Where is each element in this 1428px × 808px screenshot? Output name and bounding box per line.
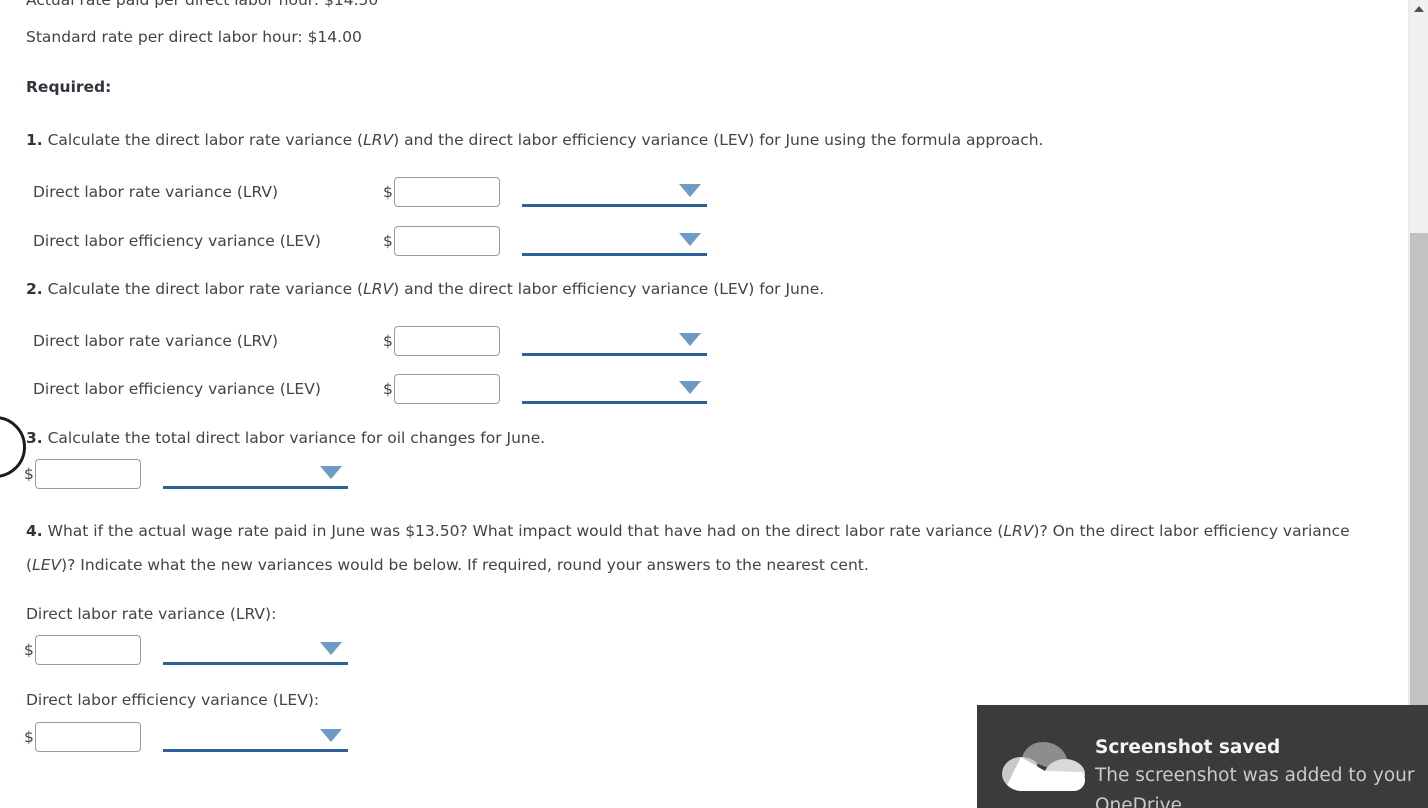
actual-rate-line: Actual rate paid per direct labor hour: … <box>26 0 379 9</box>
question-4-text-b: )? On the direct labor <box>1033 522 1204 540</box>
q1-lev-favorability-select[interactable] <box>521 226 707 256</box>
q4-row-lev: $ <box>24 720 348 754</box>
screenshot-viewport: Actual rate paid per direct labor hour: … <box>0 0 1428 808</box>
chevron-down-icon <box>319 729 342 742</box>
chevron-down-icon <box>319 466 342 479</box>
q1-lev-dollar-sign: $ <box>383 232 393 250</box>
q4-lrv-favorability-select[interactable] <box>162 635 348 665</box>
question-3-number: 3. <box>26 429 43 447</box>
q1-lev-label: Direct labor efficiency variance (LEV) <box>33 232 321 250</box>
q3-total-variance-input[interactable] <box>34 459 141 489</box>
question-1-lrv: LRV <box>363 131 394 149</box>
cursor-ring-artifact <box>0 416 26 478</box>
q2-lrv-input[interactable] <box>393 326 500 356</box>
q2-lev-favorability-select[interactable] <box>521 374 707 404</box>
q2-lev-input[interactable] <box>393 374 500 404</box>
question-4-text: 4. What if the actual wage rate paid in … <box>26 514 1396 582</box>
question-2-text: 2. Calculate the direct labor rate varia… <box>26 278 824 300</box>
q1-lrv-favorability-select[interactable] <box>521 177 707 207</box>
q1-lev-input[interactable] <box>393 226 500 256</box>
q1-row-lev: Direct labor efficiency variance (LEV) $ <box>33 224 707 258</box>
question-2-text-a: Calculate the direct labor rate variance… <box>42 280 364 298</box>
onedrive-cloud-icon <box>1002 742 1085 791</box>
q2-lrv-label: Direct labor rate variance (LRV) <box>33 332 279 350</box>
q3-row-total: $ <box>24 457 348 491</box>
q4-lrv-input[interactable] <box>34 635 141 665</box>
question-3-text: 3. Calculate the total direct labor vari… <box>26 427 545 449</box>
chevron-down-icon <box>678 333 701 346</box>
q4-lev-input[interactable] <box>34 722 141 752</box>
required-heading: Required: <box>26 78 112 96</box>
toast-body-line-2: OneDrive <box>1095 795 1182 808</box>
toast-text-block: Screenshot saved The screenshot was adde… <box>1095 735 1428 808</box>
question-2-text-b: ) and the direct labor efficiency varian… <box>393 280 825 298</box>
q2-row-lrv: Direct labor rate variance (LRV) $ <box>33 324 707 358</box>
question-4-lev: LEV <box>32 556 62 574</box>
scroll-up-arrow-icon[interactable] <box>1413 6 1424 12</box>
chevron-down-icon <box>678 184 701 197</box>
q2-lev-label: Direct labor efficiency variance (LEV) <box>33 380 321 398</box>
q4-lrv-dollar-sign: $ <box>24 641 34 659</box>
q4-row-lrv: $ <box>24 633 348 667</box>
chevron-down-icon <box>678 233 701 246</box>
q4-lev-sublabel: Direct labor efficiency variance (LEV): <box>26 691 320 709</box>
q2-row-lev: Direct labor efficiency variance (LEV) $ <box>33 372 707 406</box>
q1-lrv-label: Direct labor rate variance (LRV) <box>33 183 279 201</box>
question-4-number: 4. <box>26 522 43 540</box>
question-4-text-a: What if the actual wage rate paid in Jun… <box>42 522 1004 540</box>
q3-dollar-sign: $ <box>24 465 34 483</box>
question-2-number: 2. <box>26 280 43 298</box>
question-1-text-a: Calculate the direct labor rate variance… <box>42 131 364 149</box>
toast-body-line-1: The screenshot was added to your <box>1095 765 1415 786</box>
scrollbar-thumb[interactable] <box>1410 233 1428 730</box>
q4-lrv-sublabel: Direct labor rate variance (LRV): <box>26 605 277 623</box>
question-4-lrv: LRV <box>1003 522 1034 540</box>
q4-lev-favorability-select[interactable] <box>162 722 348 752</box>
q1-row-lrv: Direct labor rate variance (LRV) $ <box>33 175 707 209</box>
question-4-text-d: )? Indicate what the new variances would… <box>61 556 869 574</box>
question-1-text-b: ) and the direct labor efficiency varian… <box>393 131 1044 149</box>
question-3-text-a: Calculate the total direct labor varianc… <box>42 429 546 447</box>
q1-lrv-dollar-sign: $ <box>383 183 393 201</box>
q2-lrv-dollar-sign: $ <box>383 332 393 350</box>
question-1-text: 1. Calculate the direct labor rate varia… <box>26 129 1043 151</box>
question-2-lrv: LRV <box>363 280 394 298</box>
onedrive-screenshot-toast[interactable]: Screenshot saved The screenshot was adde… <box>977 705 1428 808</box>
q2-lrv-favorability-select[interactable] <box>521 326 707 356</box>
chevron-down-icon <box>319 642 342 655</box>
q1-lrv-input[interactable] <box>393 177 500 207</box>
standard-rate-line: Standard rate per direct labor hour: $14… <box>26 28 362 46</box>
toast-title: Screenshot saved <box>1095 737 1281 758</box>
assignment-content-area: Actual rate paid per direct labor hour: … <box>0 0 1408 808</box>
q4-lev-dollar-sign: $ <box>24 728 34 746</box>
page-scrollbar[interactable] <box>1408 0 1428 808</box>
q2-lev-dollar-sign: $ <box>383 380 393 398</box>
chevron-down-icon <box>678 381 701 394</box>
question-1-number: 1. <box>26 131 43 149</box>
q3-favorability-select[interactable] <box>162 459 348 489</box>
